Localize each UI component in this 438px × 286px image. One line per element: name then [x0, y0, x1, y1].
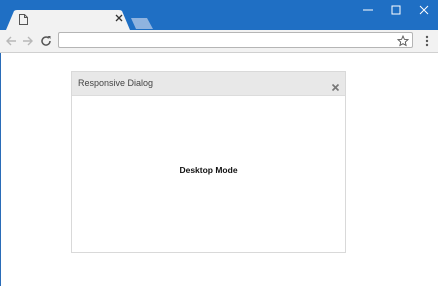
forward-arrow-icon[interactable] [21, 34, 35, 48]
new-tab-icon[interactable] [131, 16, 153, 29]
reload-icon[interactable] [39, 34, 53, 48]
tab-close-icon[interactable] [114, 13, 124, 23]
maximize-icon[interactable] [382, 0, 410, 20]
dialog-title: Responsive Dialog [78, 78, 154, 88]
address-input[interactable] [61, 33, 391, 47]
browser-window: Responsive Dialog Desktop Mode [0, 0, 438, 286]
minimize-icon[interactable] [354, 0, 382, 20]
window-close-icon[interactable] [410, 0, 438, 20]
responsive-dialog: Responsive Dialog Desktop Mode [71, 71, 346, 253]
page-content: Responsive Dialog Desktop Mode [0, 53, 438, 286]
browser-tab[interactable] [6, 10, 130, 30]
browser-toolbar [0, 30, 438, 53]
dialog-header: Responsive Dialog [72, 72, 345, 96]
dialog-message: Desktop Mode [179, 165, 238, 175]
window-controls [354, 0, 438, 20]
dialog-body: Desktop Mode [72, 96, 345, 252]
kebab-menu-icon[interactable] [422, 34, 432, 48]
dialog-close-icon[interactable] [331, 79, 340, 92]
title-bar [0, 0, 438, 30]
address-bar[interactable] [58, 32, 413, 48]
page-icon [19, 14, 28, 25]
back-arrow-icon[interactable] [4, 34, 18, 48]
star-icon[interactable] [396, 34, 410, 47]
